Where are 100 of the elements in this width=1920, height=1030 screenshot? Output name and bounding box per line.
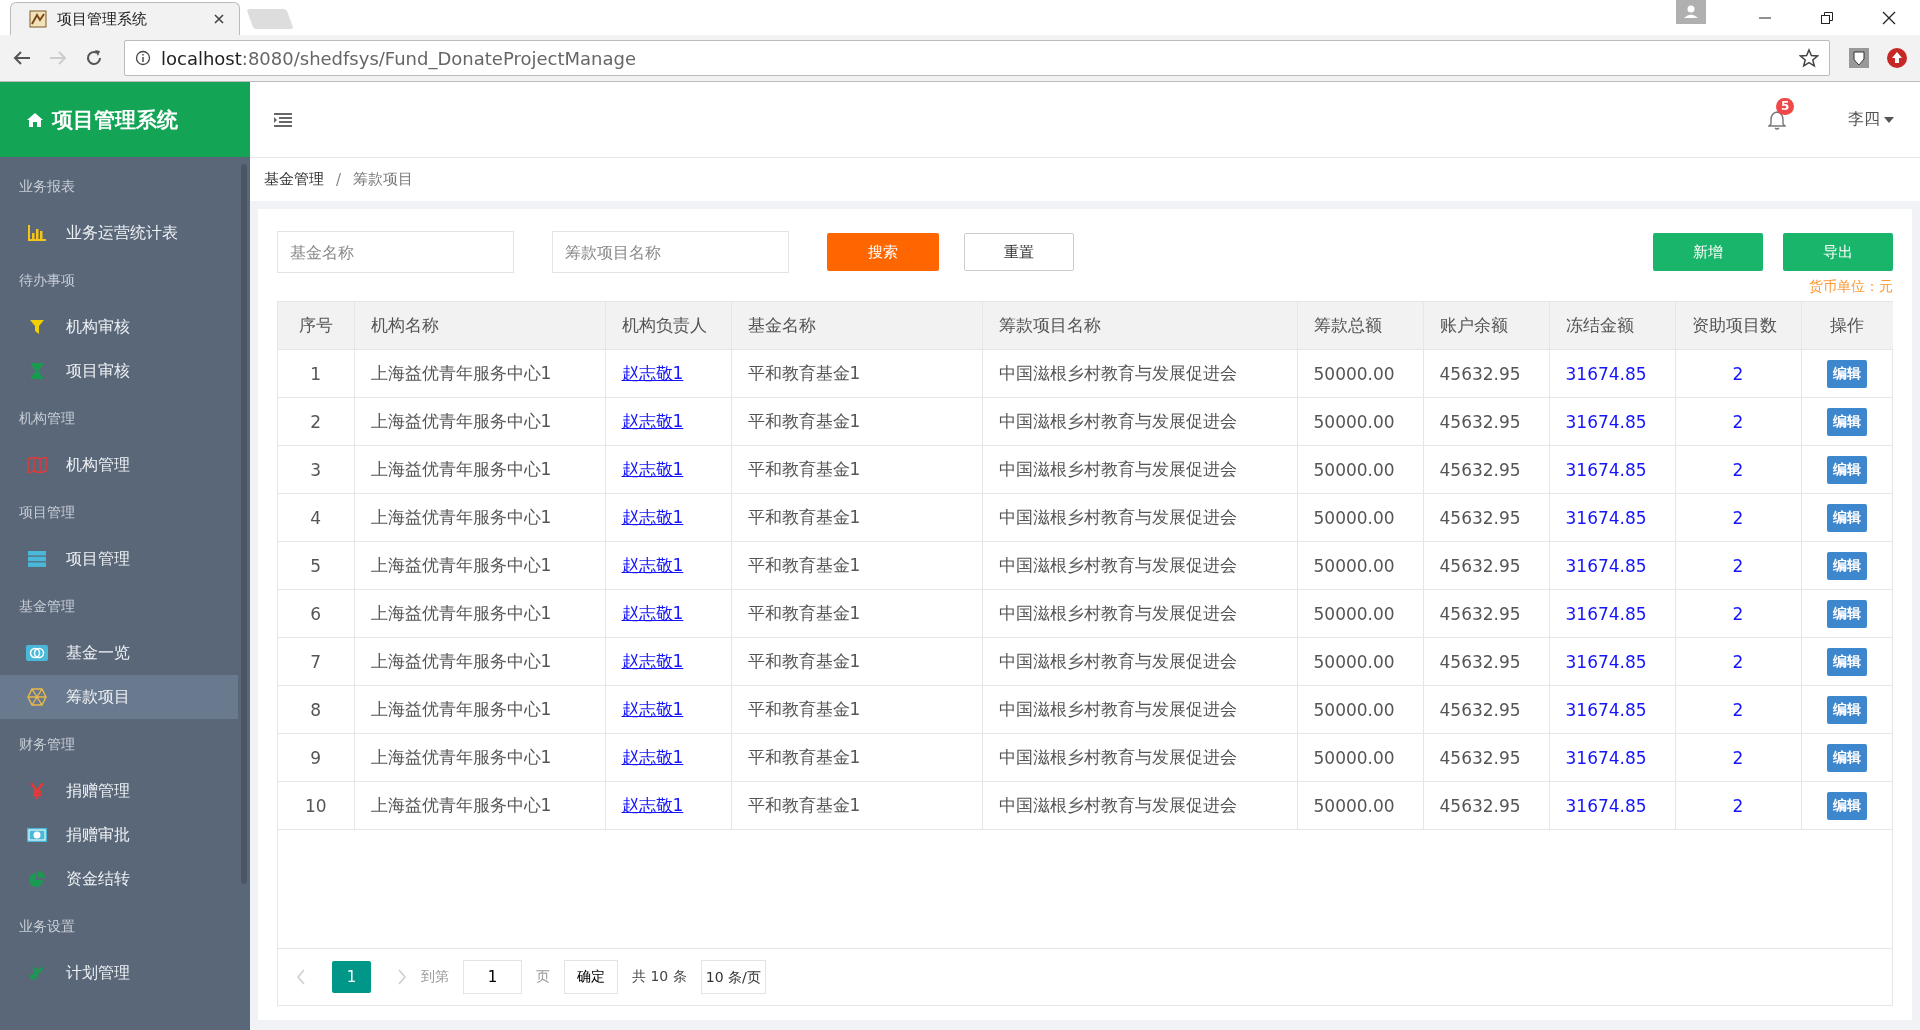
column-header: 账户余额 (1423, 302, 1549, 350)
star-icon[interactable] (1799, 48, 1819, 68)
edit-button[interactable]: 编辑 (1827, 455, 1868, 484)
caret-icon (1884, 116, 1894, 123)
confirm-button[interactable]: 确定 (564, 960, 618, 994)
sidebar-item[interactable]: 业务运营统计表 (0, 211, 238, 255)
table-cell: 平和教育基金1 (731, 541, 982, 590)
project-name-field[interactable]: 筹款项目名称 (552, 231, 789, 273)
table-cell: 中国滋根乡村教育与发展促进会 (982, 349, 1297, 398)
table-cell: 上海益优青年服务中心1 (354, 685, 605, 734)
sidebar-item[interactable]: 项目管理 (0, 537, 238, 581)
reset-button[interactable]: 重置 (964, 233, 1074, 271)
table-cell: 31674.85 (1549, 397, 1675, 446)
sidebar-item[interactable]: 捐赠审批 (0, 813, 238, 857)
table-cell: 中国滋根乡村教育与发展促进会 (982, 637, 1297, 686)
column-header: 机构负责人 (605, 302, 731, 350)
table-cell: 2 (1675, 685, 1801, 734)
edit-button[interactable]: 编辑 (1827, 503, 1868, 532)
sidebar-item[interactable]: 基金一览 (0, 631, 238, 675)
breadcrumb-item: 筹款项目 (353, 170, 414, 189)
breadcrumb-item[interactable]: 基金管理 (264, 170, 324, 189)
table-cell: 50000.00 (1297, 397, 1423, 446)
search-button[interactable]: 搜索 (827, 233, 939, 271)
table-cell: 45632.95 (1423, 541, 1549, 590)
sidebar-item[interactable]: 计划管理 (0, 951, 238, 995)
bell-icon[interactable] (1768, 109, 1786, 130)
table-cell: 50000.00 (1297, 733, 1423, 782)
table-cell: 31674.85 (1549, 637, 1675, 686)
address-bar[interactable]: localhost:8080/shedfsys/Fund_DonateProjectManage (124, 40, 1830, 76)
table-cell: 31674.85 (1549, 685, 1675, 734)
sidebar-item[interactable]: 机构审核 (0, 305, 238, 349)
sidebar-item[interactable]: 资金结转 (0, 857, 238, 901)
table-cell: 2 (1675, 349, 1801, 398)
column-header: 筹款项目名称 (982, 302, 1297, 350)
table-cell: 平和教育基金1 (731, 349, 982, 398)
table-cell: 9 (278, 733, 354, 782)
reload-icon[interactable] (84, 48, 104, 68)
column-header: 操作 (1801, 302, 1893, 350)
sidebar-section-label: 待办事项 (18, 271, 76, 290)
column-header: 冻结金额 (1549, 302, 1675, 350)
edit-button[interactable]: 编辑 (1827, 407, 1868, 436)
table-cell: 上海益优青年服务中心1 (354, 397, 605, 446)
browser-tab[interactable]: 项目管理系统 (10, 2, 240, 35)
edit-button[interactable]: 编辑 (1827, 551, 1868, 580)
table-cell: 中国滋根乡村教育与发展促进会 (982, 397, 1297, 446)
table-cell: 上海益优青年服务中心1 (354, 541, 605, 590)
edit-button[interactable]: 编辑 (1827, 359, 1868, 388)
table-cell: 45632.95 (1423, 685, 1549, 734)
upload-icon[interactable] (1886, 47, 1908, 69)
url-text: localhost:8080/shedfsys/Fund_DonateProjectManage (161, 47, 636, 69)
table-cell: 上海益优青年服务中心1 (354, 781, 605, 830)
currency-note: 货币单位：元 (1809, 278, 1893, 296)
table-cell: 平和教育基金1 (731, 637, 982, 686)
sidebar-section-label: 业务设置 (18, 917, 76, 936)
edit-button[interactable]: 编辑 (1827, 599, 1868, 628)
edit-button[interactable]: 编辑 (1827, 695, 1868, 724)
column-header: 机构名称 (354, 302, 605, 350)
info-icon (135, 50, 151, 66)
close-icon[interactable] (213, 13, 225, 25)
table-cell: 7 (278, 637, 354, 686)
table-cell: 2 (1675, 397, 1801, 446)
home-icon (26, 111, 44, 128)
shield-icon[interactable] (1848, 47, 1870, 69)
column-header: 基金名称 (731, 302, 982, 350)
table-cell: 45632.95 (1423, 589, 1549, 638)
table-cell: 50000.00 (1297, 349, 1423, 398)
table-cell: 2 (1675, 733, 1801, 782)
sidebar-item[interactable]: 项目审核 (0, 349, 238, 393)
table-cell: 中国滋根乡村教育与发展促进会 (982, 733, 1297, 782)
table-cell: 中国滋根乡村教育与发展促进会 (982, 685, 1297, 734)
column-header: 资助项目数 (1675, 302, 1801, 350)
table-cell: 10 (278, 781, 354, 830)
table-cell: 2 (278, 397, 354, 446)
page-input[interactable]: 1 (463, 960, 522, 994)
fund-name-field[interactable]: 基金名称 (277, 231, 514, 273)
sidebar-item[interactable]: 机构管理 (0, 443, 238, 487)
edit-button[interactable]: 编辑 (1827, 647, 1868, 676)
table-cell: 45632.95 (1423, 637, 1549, 686)
page-size-select[interactable]: 10 条/页 (700, 960, 766, 994)
edit-button[interactable]: 编辑 (1827, 791, 1868, 820)
total-count: 共 10 条 (632, 968, 687, 986)
table-cell: 平和教育基金1 (731, 781, 982, 830)
user-menu[interactable]: 李四 (1848, 109, 1894, 130)
table-cell: 31674.85 (1549, 541, 1675, 590)
table-cell: 平和教育基金1 (731, 445, 982, 494)
table-cell: 45632.95 (1423, 493, 1549, 542)
table-cell: 2 (1675, 637, 1801, 686)
sidebar-item[interactable]: 筹款项目 (0, 675, 238, 719)
page-button[interactable]: 1 (332, 961, 371, 993)
sidebar-item[interactable]: 捐赠管理 (0, 769, 238, 813)
restore-icon[interactable] (1820, 10, 1834, 25)
menu-icon[interactable] (274, 112, 292, 127)
edit-button[interactable]: 编辑 (1827, 743, 1868, 772)
table-cell: 50000.00 (1297, 493, 1423, 542)
table-cell: 中国滋根乡村教育与发展促进会 (982, 541, 1297, 590)
table-cell: 45632.95 (1423, 781, 1549, 830)
close-icon[interactable] (1882, 10, 1896, 25)
table-cell: 2 (1675, 589, 1801, 638)
table-cell: 2 (1675, 445, 1801, 494)
table-cell: 31674.85 (1549, 733, 1675, 782)
